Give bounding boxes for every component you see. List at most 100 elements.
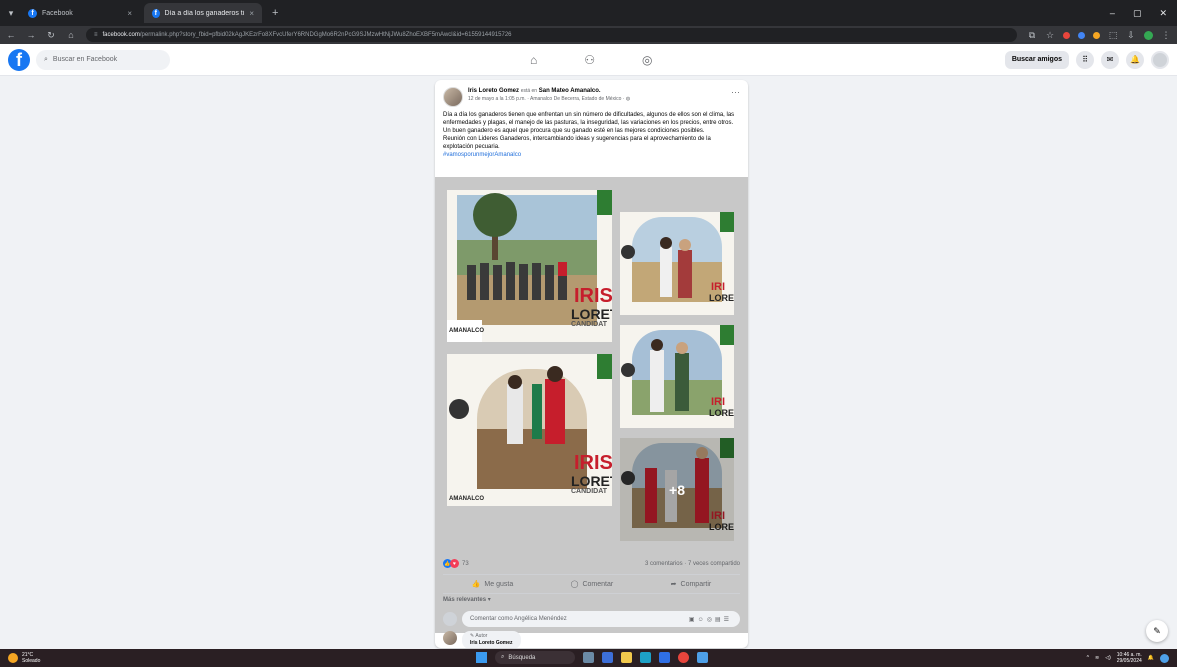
cast-icon[interactable]: ⧉: [1027, 30, 1037, 41]
facebook-logo-icon[interactable]: f: [8, 48, 30, 71]
file-explorer-icon[interactable]: [621, 652, 632, 663]
author-name[interactable]: Iris Loreto Gomez: [468, 88, 519, 94]
taskbar-search-label: Búsqueda: [508, 654, 536, 661]
profile-icon[interactable]: [1144, 30, 1153, 40]
location-link[interactable]: San Mateo Amanalco.: [539, 88, 601, 94]
new-tab-button[interactable]: +: [266, 7, 284, 19]
gaming-nav-icon[interactable]: ◎: [642, 53, 652, 67]
clock[interactable]: 10:46 a. m. 29/05/2024: [1117, 652, 1142, 664]
overlay-text-loreto: LORET: [571, 306, 612, 322]
menu-grid-icon[interactable]: ⠿: [1076, 50, 1094, 69]
restore-icon[interactable]: ▢: [1133, 8, 1142, 19]
comment-tools-icons[interactable]: ▣☺◎▤☰: [689, 616, 732, 623]
volume-icon[interactable]: ◁): [1105, 655, 1111, 661]
widget-app-icon[interactable]: [583, 652, 594, 663]
close-tab-icon[interactable]: ×: [127, 9, 132, 18]
minimize-icon[interactable]: –: [1110, 8, 1115, 19]
edge-browser-icon[interactable]: [640, 652, 651, 663]
back-icon[interactable]: ←: [6, 30, 16, 40]
more-photos-overlay[interactable]: +8: [620, 438, 734, 541]
tab-facebook[interactable]: f Facebook ×: [20, 3, 140, 23]
windows-taskbar: 21°C Soleado ⌕ Búsqueda ^ ≋ ◁) 10:46 a. …: [0, 649, 1177, 667]
post-paragraph: Reunión con Lideres Ganaderos, intercamb…: [443, 136, 711, 150]
photo-1[interactable]: IRIS LORET CANDIDAT AMANALCO: [447, 190, 612, 342]
search-icon: ⌕: [44, 55, 48, 63]
windows-start-icon[interactable]: [476, 652, 487, 663]
forward-icon[interactable]: →: [26, 30, 36, 40]
close-tab-icon[interactable]: ×: [249, 9, 254, 18]
like-button[interactable]: 👍 Me gusta: [472, 580, 514, 589]
comment-placeholder: Comentar como Angélica Menéndez: [470, 616, 567, 622]
taskview-app-icon[interactable]: [602, 652, 613, 663]
comment-button[interactable]: ◯ Comentar: [570, 580, 614, 589]
menu-kebab-icon[interactable]: ⋮: [1161, 30, 1171, 41]
home-nav-icon[interactable]: ⌂: [530, 53, 537, 67]
overlay-text-iris: IRIS: [574, 452, 612, 474]
commenter-avatar: [443, 612, 457, 626]
overlay-text-amanalco: AMANALCO: [449, 496, 484, 502]
browser-tab-bar: ▾ f Facebook × f Día a día los ganaderos…: [0, 0, 1177, 26]
post-header-text: Iris Loreto Gomez está en San Mateo Aman…: [468, 87, 630, 103]
mail-app-icon[interactable]: [697, 652, 708, 663]
love-reaction-icon[interactable]: ♥: [450, 559, 459, 568]
clock-date: 29/05/2024: [1116, 658, 1142, 664]
like-label: Me gusta: [484, 580, 514, 588]
messenger-icon[interactable]: ✉: [1101, 50, 1119, 69]
store-app-icon[interactable]: [659, 652, 670, 663]
new-message-button[interactable]: ✎: [1146, 620, 1168, 642]
photo-2[interactable]: IRIS LORET CANDIDAT AMANALCO: [447, 354, 612, 506]
photo-4[interactable]: IRI LORE: [620, 325, 734, 428]
notifications-bell-icon[interactable]: 🔔: [1126, 50, 1144, 69]
comments-shares-count[interactable]: 3 comentarios · 7 veces compartido: [645, 561, 740, 567]
friends-nav-icon[interactable]: ⚇: [584, 53, 595, 67]
comment-bubble: ✎ Autor Iris Loreto Gomez: [462, 631, 521, 648]
account-avatar[interactable]: [1151, 50, 1169, 69]
weather-widget[interactable]: 21°C Soleado: [8, 652, 40, 664]
taskbar-search[interactable]: ⌕ Búsqueda: [495, 651, 575, 664]
overlay-text-loreto: LORET: [571, 473, 612, 489]
tab-title: Facebook: [42, 9, 73, 17]
overlay-text-amanalco: AMANALCO: [449, 328, 484, 334]
comment-author-name[interactable]: Iris Loreto Gomez: [470, 640, 513, 647]
wifi-icon[interactable]: ≋: [1095, 655, 1099, 661]
close-window-icon[interactable]: ✕: [1159, 8, 1167, 19]
bookmark-star-icon[interactable]: ☆: [1045, 30, 1055, 41]
author-avatar[interactable]: [443, 87, 463, 107]
post-header: Iris Loreto Gomez está en San Mateo Aman…: [435, 80, 748, 107]
tab-search-icon[interactable]: ▾: [6, 8, 16, 19]
post-timestamp[interactable]: 12 de mayo a la 1:05 p.m. · Amanalco De …: [468, 96, 624, 102]
sort-label: Más relevantes: [443, 597, 487, 603]
comment-author-avatar[interactable]: [443, 631, 457, 645]
post-card: Iris Loreto Gomez está en San Mateo Aman…: [435, 80, 748, 648]
tray-chevron-icon[interactable]: ^: [1087, 655, 1089, 661]
comment-composer: Comentar como Angélica Menéndez ▣☺◎▤☰: [443, 611, 740, 627]
extensions-puzzle-icon[interactable]: ⬚: [1108, 30, 1118, 41]
reload-icon[interactable]: ↻: [46, 30, 56, 41]
downloads-icon[interactable]: ⇩: [1126, 30, 1136, 41]
photo-3[interactable]: IRI LORE: [620, 212, 734, 315]
url-path: /permalink.php?story_fbid=pfbid02kAgJKEz…: [139, 32, 512, 38]
notification-bell-icon[interactable]: 🔔: [1148, 655, 1154, 661]
find-friends-button[interactable]: Buscar amigos: [1004, 50, 1069, 69]
comment-bubble-icon: ◯: [570, 581, 579, 588]
overlay-text-loreto: LORE: [709, 293, 734, 303]
extension-red-icon[interactable]: [1063, 31, 1070, 39]
extension-blue-icon[interactable]: [1078, 31, 1085, 39]
reaction-count[interactable]: 73: [462, 561, 469, 567]
comment-input[interactable]: Comentar como Angélica Menéndez ▣☺◎▤☰: [462, 611, 740, 627]
facebook-search-input[interactable]: ⌕ Buscar en Facebook: [36, 49, 170, 70]
chrome-browser-icon[interactable]: [678, 652, 689, 663]
extension-orange-icon[interactable]: [1093, 31, 1100, 39]
hashtag-link[interactable]: #vamosporunmejorAmanalco: [443, 151, 740, 159]
overlay-text-candidata: CANDIDAT: [571, 321, 608, 328]
share-button[interactable]: ➦ Compartir: [671, 580, 712, 589]
post-options-icon[interactable]: ···: [731, 87, 740, 97]
comment-sort-dropdown[interactable]: Más relevantes ▾: [443, 596, 491, 603]
copilot-icon[interactable]: [1160, 653, 1169, 663]
home-icon[interactable]: ⌂: [66, 30, 76, 40]
site-info-icon[interactable]: ≡: [94, 32, 98, 38]
facebook-favicon: f: [28, 8, 37, 18]
photo-5-more[interactable]: IRI LORE +8: [620, 438, 734, 541]
address-bar[interactable]: ≡ facebook.com /permalink.php?story_fbid…: [86, 28, 1017, 42]
tab-post[interactable]: f Día a día los ganaderos tienen ×: [144, 3, 262, 23]
